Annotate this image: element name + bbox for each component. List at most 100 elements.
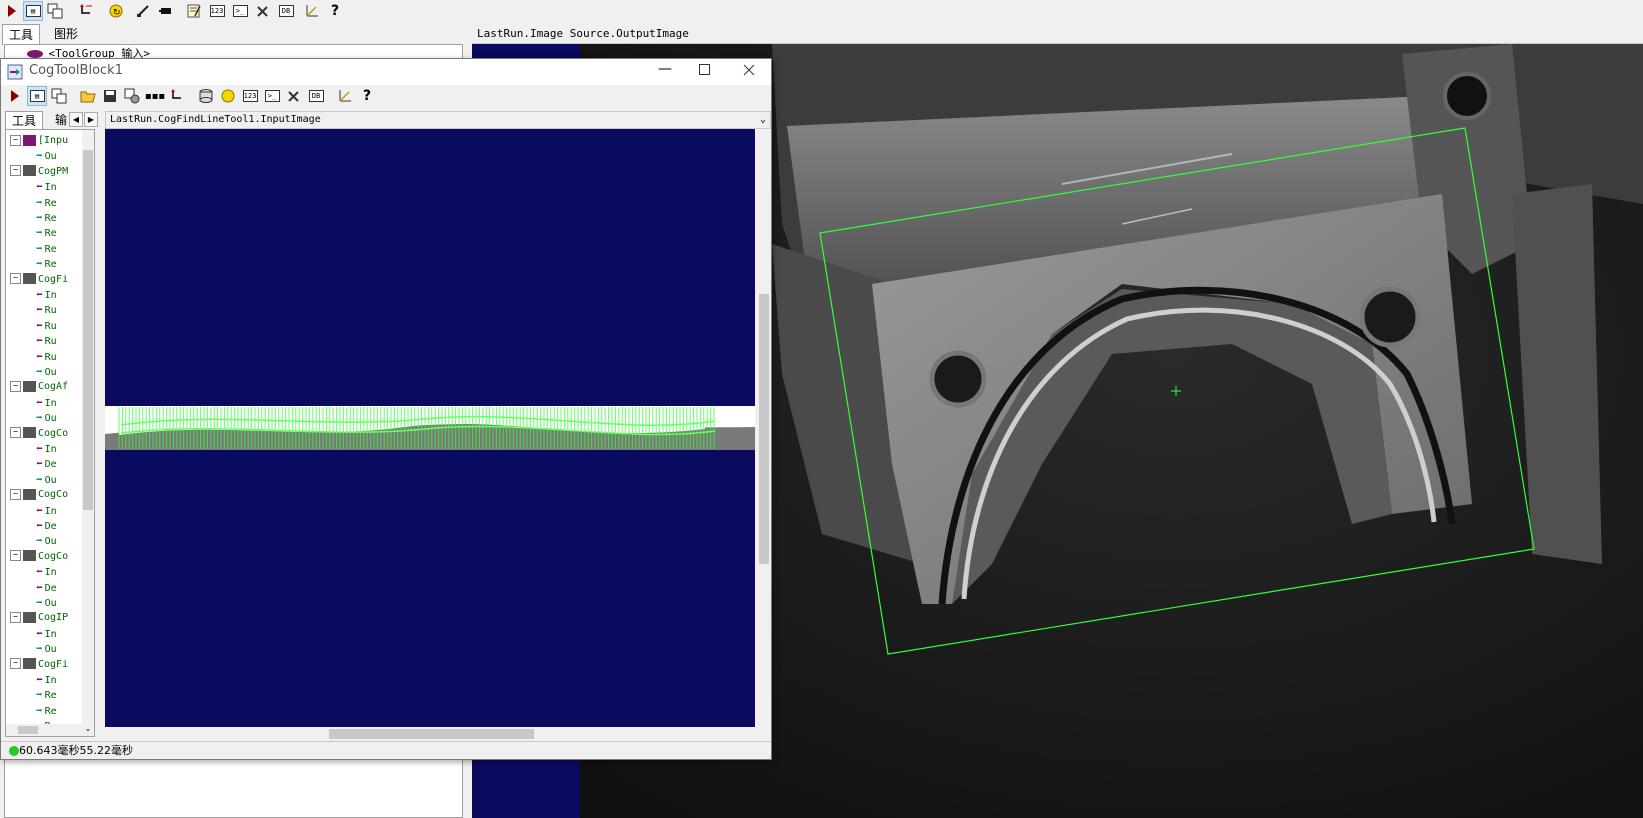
tree-terminal-node[interactable]: ⬅ Ru <box>6 318 57 333</box>
image-source-icon[interactable] <box>45 1 65 21</box>
collapse-icon[interactable]: − <box>10 550 21 562</box>
tree-terminal-node[interactable]: ➡ Re <box>6 241 57 256</box>
tree-tool-node[interactable]: − CogFi <box>6 272 68 287</box>
tree-terminal-node[interactable]: ⬅ In <box>6 179 57 194</box>
tree-tool-node[interactable]: − [Inpu <box>6 133 68 148</box>
tree-terminal-node[interactable]: ➡ Ou <box>6 533 57 548</box>
tree-tool-node[interactable]: − CogFi <box>6 657 68 672</box>
chevron-down-icon[interactable]: ⌄ <box>760 112 766 128</box>
tree-scroll-thumb[interactable] <box>83 150 93 510</box>
reset-icon[interactable] <box>167 86 187 106</box>
tree-terminal-node[interactable]: ⬅ In <box>6 441 57 456</box>
image-source-icon[interactable] <box>49 86 69 106</box>
tree-terminal-node[interactable]: ➡ Re <box>6 195 57 210</box>
display-icon[interactable]: ▤ <box>27 86 47 106</box>
loop-run-icon[interactable]: ↻ <box>106 1 126 21</box>
number-icon[interactable]: 123 <box>207 1 227 21</box>
tree-terminal-node[interactable]: ⬅ De <box>6 518 57 533</box>
db-icon[interactable]: DB <box>306 86 326 106</box>
tree-terminal-node[interactable]: ⬅ Ru <box>6 349 57 364</box>
tree-tool-node[interactable]: − CogAf <box>6 379 68 394</box>
tree-tool-node[interactable]: − CogPM <box>6 164 68 179</box>
collapse-icon[interactable]: − <box>10 658 21 670</box>
tools-icon[interactable] <box>253 1 273 21</box>
db-icon[interactable]: DB <box>276 1 296 21</box>
tree-terminal-node[interactable]: ⬅ De <box>6 580 57 595</box>
run-icon[interactable] <box>2 1 22 21</box>
chevron-down-icon[interactable]: ⌄ <box>82 724 94 736</box>
tree-terminal-node[interactable]: ➡ Re <box>6 210 57 225</box>
tab-tools[interactable]: 工具 <box>2 24 41 45</box>
collapse-icon[interactable]: − <box>10 380 21 392</box>
collapse-icon[interactable]: − <box>10 134 21 146</box>
help-icon[interactable]: ? <box>357 86 377 106</box>
tree-tool-node[interactable]: − CogCo <box>6 487 68 502</box>
reset-icon[interactable] <box>76 1 96 21</box>
number-icon[interactable]: 123 <box>240 86 260 106</box>
tree-terminal-node[interactable]: ⬅ In <box>6 564 57 579</box>
record-icon[interactable] <box>156 1 176 21</box>
tree-terminal-node[interactable]: ⬅ In <box>6 287 57 302</box>
view-scroll-thumb[interactable] <box>759 294 769 564</box>
maximize-icon[interactable] <box>699 64 710 75</box>
tree-hscroll-thumb[interactable] <box>18 726 38 734</box>
window-titlebar[interactable]: CogToolBlock1 — <box>1 59 771 85</box>
tools-icon[interactable] <box>284 86 304 106</box>
view-horizontal-scrollbar[interactable] <box>105 727 755 741</box>
view-hscroll-thumb[interactable] <box>329 729 534 739</box>
tree-terminal-node[interactable]: ⬅ In <box>6 626 57 641</box>
tree-terminal-node[interactable]: ➡ Ou <box>6 148 57 163</box>
tree-terminal-node[interactable]: ➡ Re <box>6 256 57 271</box>
tree-terminal-node[interactable]: ➡ Re <box>6 687 57 702</box>
open-folder-icon[interactable] <box>78 86 98 106</box>
close-icon[interactable] <box>743 64 755 76</box>
tree-terminal-node[interactable]: ⬅ In <box>6 395 57 410</box>
tree-tool-node[interactable]: − CogCo <box>6 549 68 564</box>
tree-terminal-node[interactable]: ⬅ In <box>6 672 57 687</box>
tab-inputs[interactable]: 输 <box>51 111 71 129</box>
tree-terminal-node[interactable]: ⬅ De <box>6 456 57 471</box>
tab-graphics[interactable]: 图形 <box>48 24 84 44</box>
view-header[interactable]: LastRun.CogFindLineTool1.InputImage ⌄ <box>105 111 771 129</box>
ruler-icon[interactable] <box>335 86 355 106</box>
help-icon[interactable]: ? <box>325 1 345 21</box>
tab-scroll-left-icon[interactable]: ◀ <box>69 112 83 127</box>
collapse-icon[interactable]: − <box>10 611 21 623</box>
links-icon[interactable]: ▪▪▪ <box>145 86 165 106</box>
tree-terminal-node[interactable]: ➡ Ou <box>6 364 57 379</box>
collapse-icon[interactable]: − <box>10 488 21 500</box>
tree-tool-node[interactable]: − CogCo <box>6 426 68 441</box>
collapse-icon[interactable]: − <box>10 165 21 177</box>
image-display-inner[interactable] <box>105 129 755 727</box>
ruler-icon[interactable] <box>302 1 322 21</box>
minimize-icon[interactable]: — <box>655 61 675 81</box>
display-icon[interactable]: ▤ <box>23 1 43 21</box>
collapse-icon[interactable]: − <box>10 273 21 285</box>
tree-terminal-node[interactable]: ➡ Ou <box>6 472 57 487</box>
tree-terminal-node[interactable]: ➡ Ou <box>6 410 57 425</box>
tree-terminal-node[interactable]: ⬅ In <box>6 503 57 518</box>
run-icon[interactable] <box>5 86 25 106</box>
terminal-icon[interactable]: >_ <box>262 86 282 106</box>
tree-terminal-node[interactable]: ➡ Ou <box>6 595 57 610</box>
tree-terminal-node[interactable]: ➡ Re <box>6 225 57 240</box>
edit-icon[interactable] <box>133 1 153 21</box>
tree-terminal-node[interactable]: ⬅ Ru <box>6 302 57 317</box>
tree-horizontal-scrollbar[interactable] <box>6 724 82 736</box>
tree-vertical-scrollbar[interactable]: ⌄ <box>82 130 94 736</box>
tree-terminal-node[interactable]: ⬅ Ru <box>6 333 57 348</box>
tree-terminal-node[interactable]: ➡ Re <box>6 703 57 718</box>
tab-tools[interactable]: 工具 <box>5 111 44 130</box>
view-vertical-scrollbar[interactable] <box>757 129 771 727</box>
tab-scroll-right-icon[interactable]: ▶ <box>84 112 98 127</box>
notes-icon[interactable] <box>184 1 204 21</box>
tree-terminal-node[interactable]: ➡ Ou <box>6 641 57 656</box>
tool-tree[interactable]: − [Inpu ➡ Ou − CogPM ⬅ In ➡ Re ➡ Re ➡ Re ➡ Re ➡ Re − CogFi ⬅… <box>5 129 95 737</box>
properties-icon[interactable] <box>122 86 142 106</box>
tree-tool-node[interactable]: − CogIP <box>6 610 68 625</box>
database-icon[interactable] <box>196 86 216 106</box>
collapse-icon[interactable]: − <box>10 427 21 439</box>
save-icon[interactable] <box>100 86 120 106</box>
loop-run-icon[interactable] <box>218 86 238 106</box>
toolblock-window[interactable]: CogToolBlock1 — ▤ ▪▪▪ 123 >_ DB ? 工具 输 ◀… <box>0 58 772 760</box>
